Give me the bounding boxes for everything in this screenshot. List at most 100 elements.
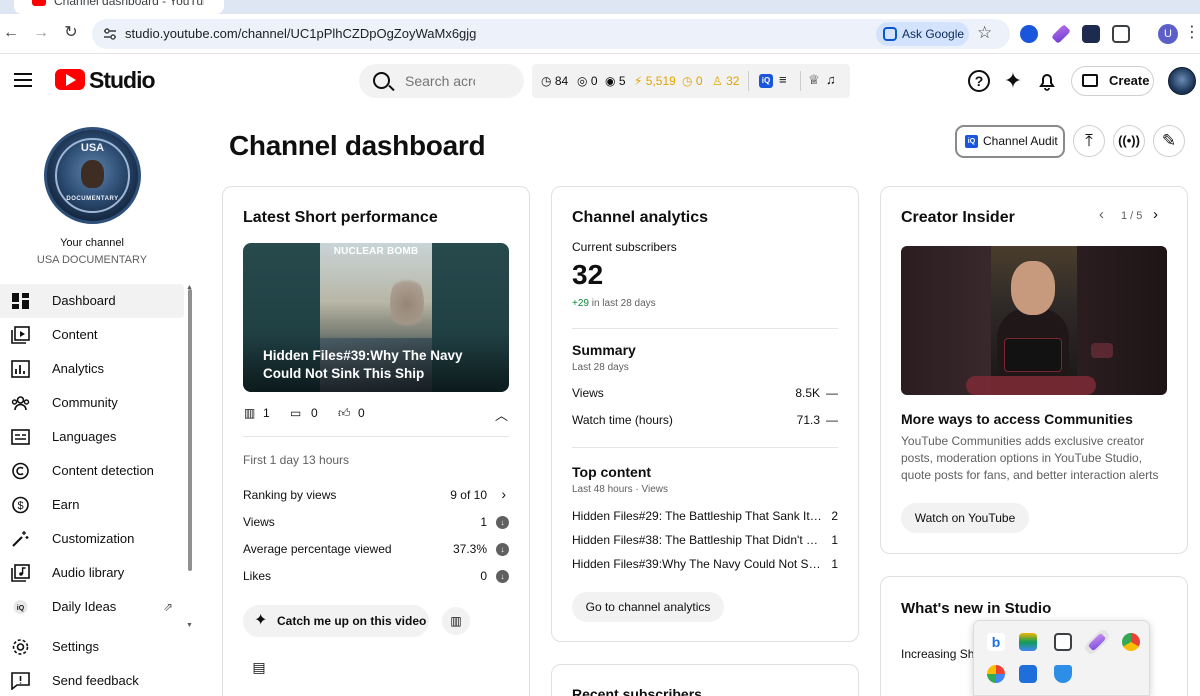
photos-app-icon[interactable] — [987, 665, 1005, 683]
channel-avatar[interactable]: USA DOCUMENTARY — [44, 127, 141, 224]
sparkle-icon: ✦ — [254, 612, 268, 629]
taskbar-overflow-popup: b — [973, 620, 1150, 696]
hamburger-menu-icon[interactable] — [14, 73, 32, 87]
insider-video-title[interactable]: More ways to access Communities — [901, 411, 1133, 427]
vidiq-icon: iQ — [13, 600, 28, 614]
stat-value: 0 — [480, 569, 487, 583]
go-live-icon[interactable]: ((•)) — [1113, 125, 1145, 157]
short-video-title[interactable]: Hidden Files#39:Why The Navy Could Not S… — [263, 347, 483, 383]
divider — [243, 436, 509, 437]
notes-app-icon[interactable] — [1054, 633, 1072, 651]
scroll-down-arrow-icon[interactable]: ▼ — [186, 622, 193, 629]
back-icon[interactable]: ← — [0, 22, 22, 44]
stat-label: Ranking by views — [243, 488, 337, 502]
sidebar-item-audio-library[interactable]: Audio library — [0, 556, 184, 590]
content-icon — [11, 326, 30, 344]
create-post-icon[interactable]: ✎ — [1153, 125, 1185, 157]
sidebar-item-dashboard[interactable]: Dashboard — [0, 284, 184, 318]
address-bar[interactable]: studio.youtube.com/channel/UC1pPlhCZDpOg… — [92, 19, 1010, 49]
ask-google-button[interactable]: Ask Google — [876, 22, 969, 46]
sidebar-item-earn[interactable]: $ Earn — [0, 488, 184, 522]
chart-extension-icon[interactable] — [1082, 25, 1100, 43]
layers-app-icon[interactable] — [1019, 633, 1037, 651]
chevron-right-icon[interactable]: › — [1153, 206, 1158, 223]
sidebar-item-content[interactable]: Content — [0, 318, 184, 352]
browser-tab[interactable]: Channel dashboard - YouTube — [14, 0, 224, 14]
sidebar-item-send-feedback[interactable]: Send feedback — [0, 664, 184, 696]
site-info-icon[interactable] — [102, 26, 118, 42]
vidiq-likes-stat: ◎ 0 — [577, 74, 598, 88]
security-shield-icon[interactable] — [1054, 665, 1072, 683]
avg-percentage-row: Average percentage viewed 37.3% ↓ — [243, 542, 509, 560]
catch-me-up-button[interactable]: ✦ Catch me up on this video — [243, 605, 429, 637]
forward-icon[interactable]: → — [30, 22, 52, 44]
pager-text: 1 / 5 — [1121, 210, 1143, 222]
extensions-puzzle-icon[interactable] — [1112, 25, 1130, 43]
browser-menu-icon[interactable]: ⋮ — [1184, 22, 1200, 42]
account-avatar[interactable] — [1168, 67, 1196, 95]
top-content-views: 1 — [831, 557, 838, 571]
collapse-chevron-icon[interactable]: ︿ — [495, 405, 508, 424]
avatar-face — [81, 160, 104, 188]
comments-count: 0 — [311, 406, 318, 420]
sidebar-item-languages[interactable]: Languages — [0, 420, 184, 454]
bookmark-star-icon[interactable]: ☆ — [977, 23, 992, 43]
reload-icon[interactable]: ↻ — [60, 22, 82, 44]
sidebar-scrollbar[interactable] — [188, 289, 192, 571]
sidebar-item-customization[interactable]: Customization — [0, 522, 184, 556]
whats-new-item[interactable]: Increasing Sh — [901, 647, 974, 661]
channel-audit-label: Channel Audit — [983, 134, 1058, 148]
upload-icon[interactable]: ⤒ — [1073, 125, 1105, 157]
subscribers-delta-period: in last 28 days — [588, 298, 656, 309]
sparkle-icon[interactable]: ✦ — [1002, 70, 1024, 92]
browser-tabstrip: Channel dashboard - YouTube — [0, 0, 1200, 14]
vidiq-extension-icon[interactable] — [1020, 25, 1038, 43]
search-input[interactable] — [405, 71, 475, 91]
page-title: Channel dashboard — [229, 130, 486, 161]
sidebar-item-label: Content — [52, 327, 98, 342]
channel-audit-button[interactable]: iQ Channel Audit — [955, 125, 1065, 158]
insider-description: YouTube Communities adds exclusive creat… — [901, 434, 1159, 482]
vidiq-views-stat: ◷ 84 — [541, 74, 569, 88]
help-icon[interactable]: ? — [968, 70, 990, 92]
sidebar-item-community[interactable]: Community — [0, 386, 184, 420]
vidiq-menu-icon[interactable]: ≡ — [779, 72, 787, 87]
sidebar-item-content-detection[interactable]: Content detection — [0, 454, 184, 488]
summary-period: Last 28 days — [572, 362, 629, 373]
sidebar-item-settings[interactable]: Settings — [0, 630, 184, 664]
summary-trend: — — [826, 413, 838, 427]
chevron-left-icon[interactable]: ‹ — [1099, 206, 1104, 223]
browser-profile-avatar[interactable]: U — [1158, 24, 1178, 44]
sidebar-item-label: Send feedback — [52, 673, 139, 688]
sidebar: USA DOCUMENTARY Your channel USA DOCUMEN… — [0, 107, 198, 696]
comment-feedback-icon[interactable]: ▤ — [245, 653, 273, 681]
search-box[interactable] — [359, 64, 524, 98]
summary-label: Views — [572, 386, 604, 400]
insider-thumbnail[interactable] — [901, 246, 1167, 395]
vidiq-logo-icon[interactable]: iQ — [759, 74, 773, 88]
notifications-bell-icon[interactable] — [1036, 70, 1058, 92]
video-analytics-icon[interactable]: ▥ — [442, 607, 470, 635]
views-count: 1 — [263, 406, 270, 420]
search-icon[interactable] — [373, 72, 390, 89]
sidebar-item-daily-ideas[interactable]: iQ Daily Ideas ⇗ — [0, 590, 184, 624]
ranking-row[interactable]: Ranking by views 9 of 10 › — [243, 486, 509, 506]
stat-value: 1 — [480, 515, 487, 529]
vidiq-trophy-icon[interactable]: ♕ — [808, 72, 820, 88]
pen-extension-icon[interactable] — [1051, 24, 1071, 44]
sidebar-item-label: Earn — [52, 497, 80, 512]
monitor-app-icon[interactable] — [1019, 665, 1037, 683]
go-to-channel-analytics-button[interactable]: Go to channel analytics — [572, 592, 724, 622]
watch-on-youtube-button[interactable]: Watch on YouTube — [901, 503, 1029, 533]
earn-icon: $ — [12, 496, 29, 514]
down-arrow-icon: ↓ — [496, 570, 509, 583]
chrome-icon[interactable] — [1122, 633, 1140, 651]
short-thumbnail[interactable]: NUCLEAR BOMB Hidden Files#39:Why The Nav… — [243, 243, 509, 392]
pen-app-icon[interactable] — [1087, 632, 1107, 652]
sidebar-item-analytics[interactable]: Analytics — [0, 352, 184, 386]
top-content-views: 1 — [831, 533, 838, 547]
bing-icon[interactable]: b — [987, 633, 1005, 651]
create-button[interactable]: Create — [1071, 66, 1154, 96]
vidiq-bell-icon[interactable]: ♫ — [826, 72, 836, 87]
subscribers-delta: +29 — [572, 298, 589, 309]
